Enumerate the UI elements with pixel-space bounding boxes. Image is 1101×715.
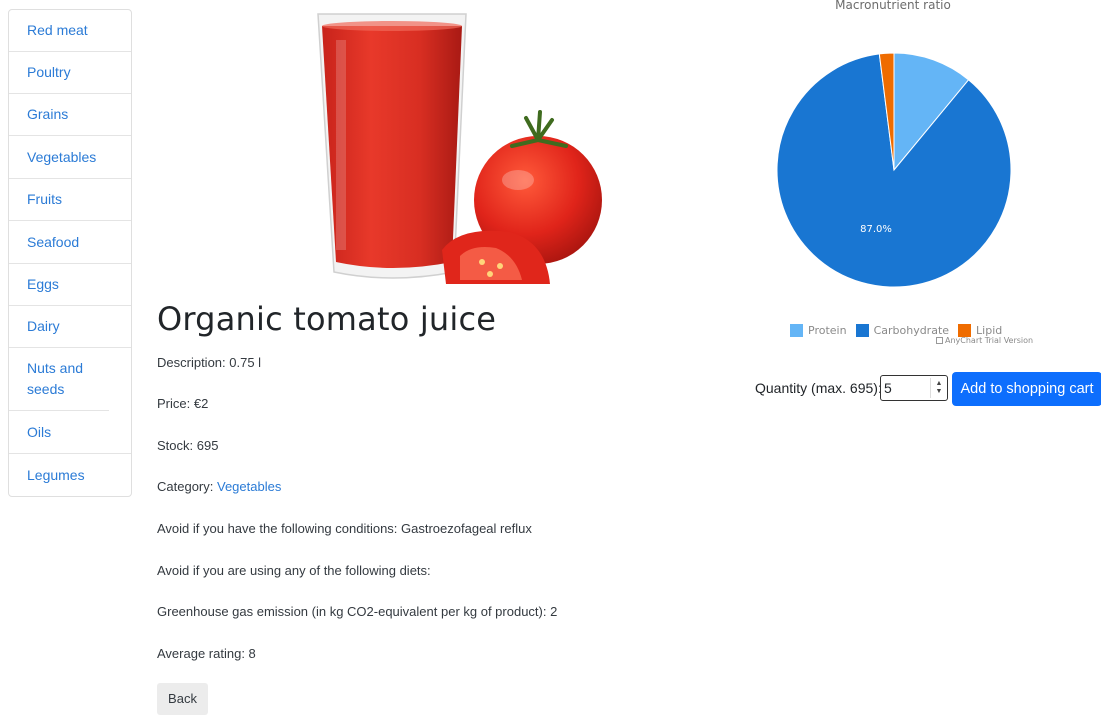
product-stock: Stock: 695 [157,438,219,453]
product-price: Price: €2 [157,396,209,411]
macronutrient-pie-chart: 87.0% [776,52,1012,288]
sidebar-item-label: Oils [27,423,52,440]
product-rating: Average rating: 8 [157,646,256,661]
spinner-icon[interactable]: ▲ ▼ [930,378,947,398]
watermark-text: AnyChart Trial Version [945,336,1034,345]
category-sidebar: Red meat Poultry Grains Vegetables Fruit… [8,9,132,497]
sidebar-item-nuts-and-seeds[interactable]: Nuts and seeds [9,348,109,411]
pie-data-label: 87.0% [860,224,892,235]
legend-label: Protein [808,324,847,337]
sidebar-item-seafood[interactable]: Seafood [9,221,131,264]
product-description: Description: 0.75 l [157,355,262,370]
category-prefix: Category: [157,479,217,494]
sidebar-item-oils[interactable]: Oils [9,411,131,454]
product-diets: Avoid if you are using any of the follow… [157,563,431,578]
sidebar-item-label: Poultry [27,64,71,80]
legend-swatch [855,324,869,337]
sidebar-item-label: Vegetables [27,148,97,165]
sidebar-item-eggs[interactable]: Eggs [9,264,131,306]
watermark-icon [936,337,943,344]
sidebar-item-label: Eggs [27,276,59,292]
sidebar-item-legumes[interactable]: Legumes [9,454,131,496]
product-category: Category: Vegetables [157,479,281,494]
sidebar-item-vegetables[interactable]: Vegetables [9,136,131,179]
sidebar-item-fruits[interactable]: Fruits [9,179,131,221]
add-to-cart-button[interactable]: Add to shopping cart [952,372,1101,406]
product-image [317,13,602,284]
product-emission: Greenhouse gas emission (in kg CO2-equiv… [157,604,558,619]
product-title: Organic tomato juice [157,300,497,338]
quantity-value: 5 [884,380,892,396]
sidebar-item-label: Dairy [27,318,60,334]
back-button[interactable]: Back [157,683,208,715]
category-link[interactable]: Vegetables [217,479,281,494]
legend-swatch [790,324,803,337]
quantity-label: Quantity (max. 695): [755,380,882,396]
sidebar-item-poultry[interactable]: Poultry [9,52,131,94]
chart-title: Macronutrient ratio [835,0,951,12]
sidebar-item-label: Nuts and seeds [27,360,84,397]
sidebar-item-red-meat[interactable]: Red meat [9,10,131,52]
product-conditions: Avoid if you have the following conditio… [157,521,532,536]
quantity-stepper[interactable]: 5 ▲ ▼ [880,375,948,401]
legend-item-protein: Protein [790,324,847,337]
sidebar-item-label: Grains [27,106,69,122]
chart-watermark: AnyChart Trial Version [936,336,1033,345]
sidebar-item-label: Legumes [27,466,85,483]
sidebar-item-label: Seafood [27,233,80,250]
legend-item-carbohydrate: Carbohydrate [855,324,949,337]
sidebar-item-label: Fruits [27,191,62,207]
sidebar-item-dairy[interactable]: Dairy [9,306,131,348]
sidebar-item-grains[interactable]: Grains [9,94,131,136]
sidebar-item-label: Red meat [27,22,88,38]
